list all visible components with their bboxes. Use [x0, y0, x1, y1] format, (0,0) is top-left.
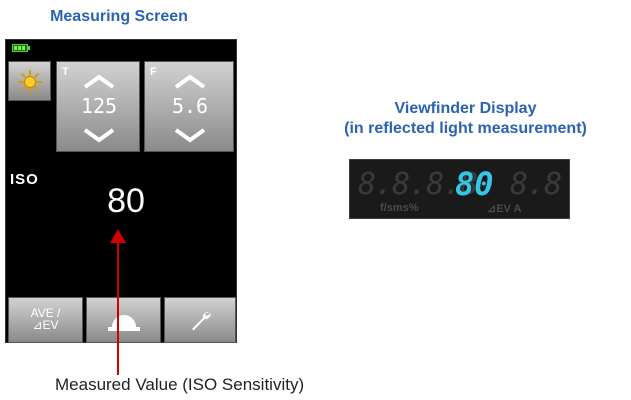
ave-ev-button[interactable]: AVE / ⊿EV [8, 297, 83, 343]
viewfinder-title-line2: (in reflected light measurement) [344, 120, 587, 137]
viewfinder-iso-value: 80 [455, 165, 494, 203]
measuring-screen-title: Measuring Screen [50, 8, 188, 25]
dome-icon [108, 315, 140, 331]
settings-button[interactable] [164, 297, 236, 343]
viewfinder-title: Viewfinder Display (in reflected light m… [300, 99, 631, 139]
measured-value-caption: Measured Value (ISO Sensitivity) [55, 375, 305, 394]
shutter-speed-control[interactable]: T 125 [56, 61, 140, 152]
shutter-letter: T [62, 66, 69, 78]
viewfinder-ev-label: ⊿EV A [487, 203, 522, 215]
sun-icon [18, 70, 42, 94]
delta-ev-label: ⊿EV [32, 318, 59, 332]
aperture-letter: F [150, 66, 157, 78]
measuring-screen: T 125 F 5.6 ISO 80 AVE / ⊿EV [5, 39, 237, 343]
chevron-down-icon[interactable] [81, 127, 117, 143]
aperture-control[interactable]: F 5.6 [144, 61, 234, 152]
dome-button[interactable] [86, 297, 161, 343]
viewfinder-title-line1: Viewfinder Display [394, 100, 537, 117]
pointer-line [117, 241, 119, 375]
chevron-up-icon[interactable] [172, 74, 208, 90]
viewfinder-unit-label: f/sms% [380, 202, 419, 214]
battery-icon [12, 44, 30, 52]
iso-label: ISO [10, 171, 39, 188]
shutter-value: 125 [80, 94, 118, 118]
viewfinder-dim-digits-right: 8.8 [510, 167, 562, 202]
viewfinder-display: 8.8.8.8 80 8.8 f/sms% ⊿EV A [349, 159, 570, 219]
pointer-arrowhead [110, 229, 126, 243]
chevron-up-icon[interactable] [81, 74, 117, 90]
wrench-icon [192, 311, 211, 331]
light-mode-button[interactable] [8, 61, 51, 101]
chevron-down-icon[interactable] [172, 127, 208, 143]
iso-value: 80 [107, 182, 145, 220]
aperture-value: 5.6 [171, 94, 209, 118]
